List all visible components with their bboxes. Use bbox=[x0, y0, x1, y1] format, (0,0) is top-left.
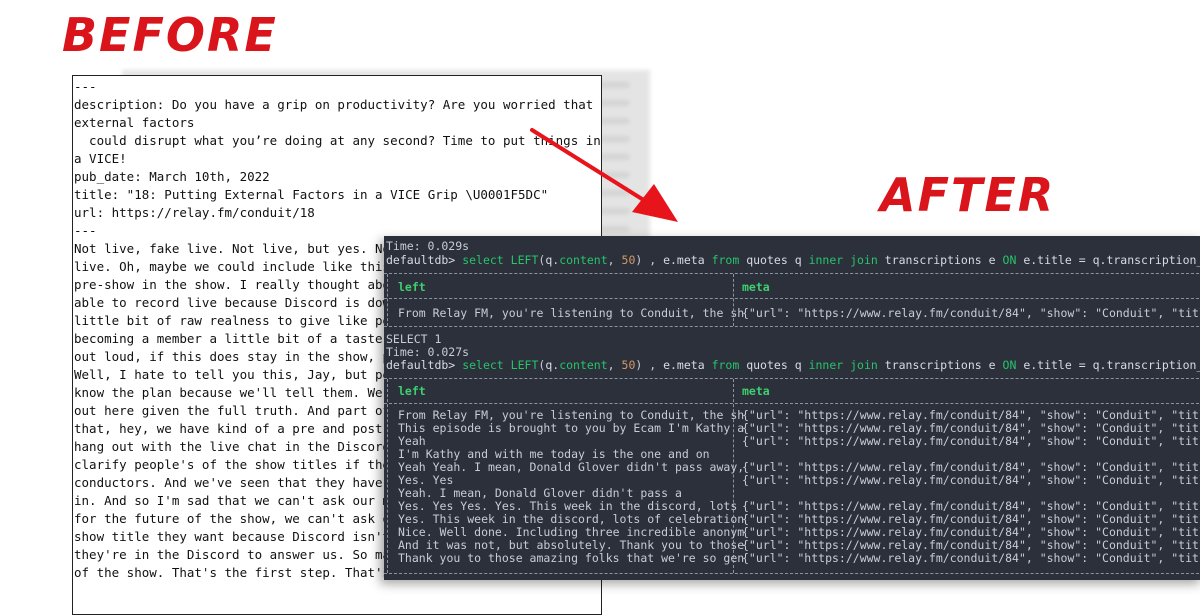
sql-prompt-line-2: defaultdb> select LEFT(q.content, 50) , … bbox=[386, 359, 1200, 372]
document-line: external factors bbox=[74, 115, 195, 130]
document-line: could disrupt what you’re doing at any s… bbox=[74, 133, 601, 148]
table-row-left-cell: Thank you to those amazing folks that we… bbox=[398, 551, 745, 565]
prompt: defaultdb> bbox=[386, 358, 456, 372]
col-e-meta: e.meta bbox=[663, 358, 705, 372]
alias-q2: q bbox=[794, 253, 802, 267]
after-label: AFTER bbox=[880, 168, 1056, 222]
time-readout-1: Time: 0.029s bbox=[386, 239, 470, 253]
terminal-window[interactable]: Time: 0.029s defaultdb> select LEFT(q.co… bbox=[384, 236, 1200, 580]
kw-from: from bbox=[711, 253, 740, 267]
result-cell-meta: {"url": "https://www.relay.fm/conduit/84… bbox=[742, 306, 1200, 320]
kw-on: ON bbox=[1002, 358, 1017, 372]
table-transcriptions: transcriptions bbox=[884, 358, 982, 372]
col-q-transcription-title: q.transcription_title bbox=[1092, 253, 1200, 267]
col-header-left: left bbox=[398, 384, 426, 398]
table-border bbox=[384, 378, 1200, 379]
op-eq: = bbox=[1078, 253, 1086, 267]
sql-prompt-line-1: defaultdb> select LEFT(q.content, 50) , … bbox=[386, 254, 1200, 267]
document-line: url: https://relay.fm/conduit/18 bbox=[74, 205, 315, 220]
kw-inner: inner bbox=[808, 253, 844, 267]
kw-inner: inner bbox=[808, 358, 844, 372]
fn-left: LEFT bbox=[510, 253, 539, 267]
column-divider bbox=[387, 379, 388, 573]
col-header-meta: meta bbox=[742, 384, 770, 398]
table-quotes: quotes bbox=[746, 358, 788, 372]
col-header-left: left bbox=[398, 280, 426, 294]
num-50: 50 bbox=[621, 358, 636, 372]
table-row-meta-cell: {"url": "https://www.relay.fm/conduit/84… bbox=[742, 551, 1200, 565]
table-border bbox=[384, 298, 1200, 299]
kw-select: select bbox=[462, 358, 504, 372]
document-line: title: "18: Putting External Factors in … bbox=[74, 187, 549, 202]
col-content: content bbox=[559, 358, 608, 372]
alias-q: q bbox=[545, 358, 553, 372]
prompt: defaultdb> bbox=[386, 253, 456, 267]
arrow-right-down-icon bbox=[530, 128, 678, 222]
table-border bbox=[384, 403, 1200, 404]
document-line: --- bbox=[74, 79, 97, 94]
fn-left: LEFT bbox=[510, 358, 539, 372]
column-divider bbox=[733, 274, 734, 326]
num-50: 50 bbox=[621, 253, 636, 267]
column-divider bbox=[387, 274, 388, 326]
table-quotes: quotes bbox=[746, 253, 788, 267]
table-border bbox=[384, 273, 1200, 274]
col-e-title: e.title bbox=[1023, 358, 1072, 372]
alias-e: e bbox=[988, 358, 996, 372]
col-e-meta: e.meta bbox=[663, 253, 705, 267]
op-eq: = bbox=[1078, 358, 1086, 372]
kw-join: join bbox=[850, 253, 878, 267]
alias-q: q bbox=[545, 253, 553, 267]
col-q-transcription-title: q.transcription_title bbox=[1092, 358, 1200, 372]
result-cell-left: From Relay FM, you're listening to Condu… bbox=[398, 306, 745, 320]
document-line: description: Do you have a grip on produ… bbox=[74, 97, 594, 112]
col-e-title: e.title bbox=[1023, 253, 1072, 267]
table-row-meta-cell: {"url": "https://www.relay.fm/conduit/84… bbox=[742, 473, 1200, 487]
alias-q2: q bbox=[794, 358, 802, 372]
table-transcriptions: transcriptions bbox=[884, 253, 982, 267]
kw-join: join bbox=[850, 358, 878, 372]
table-border bbox=[384, 573, 1200, 574]
document-line: pub_date: March 10th, 2022 bbox=[74, 169, 270, 184]
table-row-left-cell: This episode is brought to you by Ecam I… bbox=[398, 421, 745, 435]
table-border bbox=[384, 326, 1200, 327]
col-content: content bbox=[559, 253, 608, 267]
kw-from: from bbox=[711, 358, 740, 372]
alias-e: e bbox=[988, 253, 996, 267]
kw-on: ON bbox=[1002, 253, 1017, 267]
table-row-meta-cell: {"url": "https://www.relay.fm/conduit/84… bbox=[742, 434, 1200, 448]
document-line: a VICE! bbox=[74, 151, 127, 166]
col-header-meta: meta bbox=[742, 280, 770, 294]
before-label: BEFORE bbox=[62, 8, 278, 62]
kw-select: select bbox=[462, 253, 504, 267]
